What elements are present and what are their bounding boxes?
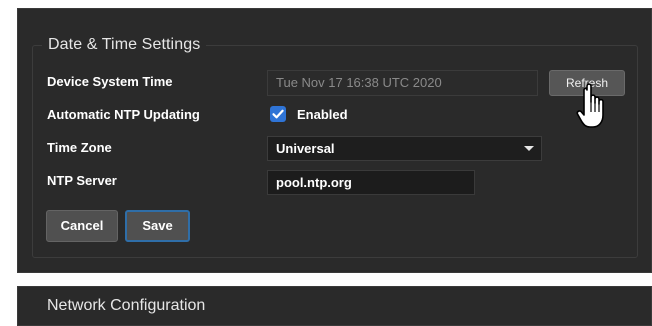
automatic-ntp-updating-label: Automatic NTP Updating [47,107,200,122]
network-configuration-title: Network Configuration [47,297,206,314]
time-zone-label: Time Zone [47,140,112,155]
ntp-server-label: NTP Server [47,173,117,188]
chevron-down-icon [524,146,534,151]
ntp-enabled-label[interactable]: Enabled [297,107,348,122]
section-title: Date & Time Settings [42,36,207,54]
ntp-enabled-checkbox[interactable] [270,106,286,122]
check-icon [272,109,284,119]
time-zone-value: Universal [276,141,335,156]
cancel-button[interactable]: Cancel [46,210,118,242]
hand-pointer-icon [576,83,604,128]
device-system-time-field: Tue Nov 17 16:38 UTC 2020 [267,70,538,96]
time-zone-select[interactable]: Universal [267,136,542,161]
ntp-server-input[interactable]: pool.ntp.org [267,170,475,195]
save-button[interactable]: Save [125,210,190,242]
device-system-time-label: Device System Time [47,74,173,89]
